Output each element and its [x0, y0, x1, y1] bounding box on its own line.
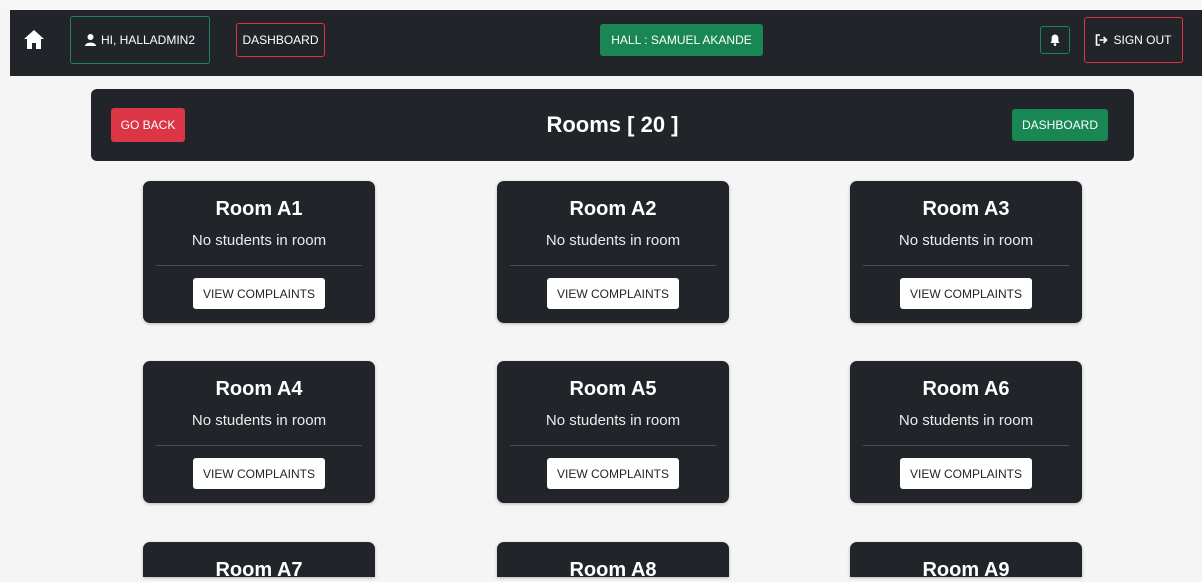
sign-out-icon — [1095, 34, 1109, 46]
room-status: No students in room — [191, 232, 327, 249]
card-divider — [156, 265, 362, 266]
view-complaints-label: VIEW COMPLAINTS — [556, 286, 669, 301]
room-name: Room A1 — [215, 198, 303, 220]
user-greeting-button[interactable]: HI, HALLADMIN2 — [70, 16, 210, 64]
top-strip — [0, 0, 1202, 10]
hall-name-badge[interactable]: HALL : SAMUEL AKANDE — [600, 24, 763, 56]
room-name: Room A2 — [569, 198, 657, 220]
notifications-button[interactable] — [1040, 26, 1070, 54]
go-back-button[interactable]: GO BACK — [111, 108, 185, 142]
header-dashboard-label: DASHBOARD — [1021, 118, 1098, 132]
card-divider — [510, 445, 716, 446]
nav-dashboard-button[interactable]: DASHBOARD — [236, 23, 325, 57]
view-complaints-button[interactable]: VIEW COMPLAINTS — [193, 458, 325, 489]
view-complaints-button[interactable]: VIEW COMPLAINTS — [193, 278, 325, 309]
room-name: Room A7 — [215, 559, 303, 581]
room-card: Room A5 No students in room VIEW COMPLAI… — [497, 361, 729, 503]
room-status: No students in room — [545, 412, 681, 429]
view-complaints-button[interactable]: VIEW COMPLAINTS — [547, 278, 679, 309]
room-name: Room A6 — [922, 378, 1010, 400]
room-card: Room A4 No students in room VIEW COMPLAI… — [143, 361, 375, 503]
sign-out-label: SIGN OUT — [1113, 33, 1172, 47]
room-card: Room A3 No students in room VIEW COMPLAI… — [850, 181, 1082, 323]
header-dashboard-button[interactable]: DASHBOARD — [1012, 109, 1108, 141]
room-status: No students in room — [898, 412, 1034, 429]
top-navbar: HI, HALLADMIN2 DASHBOARD HALL : SAMUEL A… — [10, 10, 1202, 76]
room-status: No students in room — [545, 232, 681, 249]
room-card: Room A9 — [850, 542, 1082, 581]
home-icon[interactable] — [23, 29, 45, 51]
room-name: Room A8 — [569, 559, 657, 581]
view-complaints-label: VIEW COMPLAINTS — [909, 466, 1022, 481]
room-card: Room A2 No students in room VIEW COMPLAI… — [497, 181, 729, 323]
room-card: Room A6 No students in room VIEW COMPLAI… — [850, 361, 1082, 503]
go-back-label: GO BACK — [120, 118, 176, 132]
card-divider — [863, 445, 1069, 446]
card-divider — [863, 265, 1069, 266]
sign-out-button[interactable]: SIGN OUT — [1084, 17, 1183, 63]
rooms-header-panel: GO BACK Rooms [ 20 ] DASHBOARD — [91, 89, 1134, 161]
room-name: Room A5 — [569, 378, 657, 400]
room-name: Room A3 — [922, 198, 1010, 220]
room-card: Room A1 No students in room VIEW COMPLAI… — [143, 181, 375, 323]
room-card: Room A7 — [143, 542, 375, 581]
room-card: Room A8 — [497, 542, 729, 581]
user-greeting-label: HI, HALLADMIN2 — [100, 33, 196, 47]
room-name: Room A9 — [922, 559, 1010, 581]
view-complaints-button[interactable]: VIEW COMPLAINTS — [900, 458, 1032, 489]
view-complaints-label: VIEW COMPLAINTS — [909, 286, 1022, 301]
view-complaints-label: VIEW COMPLAINTS — [202, 286, 315, 301]
view-complaints-label: VIEW COMPLAINTS — [556, 466, 669, 481]
user-icon — [84, 34, 96, 46]
room-name: Room A4 — [215, 378, 303, 400]
view-complaints-button[interactable]: VIEW COMPLAINTS — [900, 278, 1032, 309]
hall-name-label: HALL : SAMUEL AKANDE — [611, 33, 752, 47]
view-complaints-button[interactable]: VIEW COMPLAINTS — [547, 458, 679, 489]
page-title: Rooms [ 20 ] — [546, 112, 679, 137]
bell-icon — [1050, 34, 1060, 46]
card-divider — [510, 265, 716, 266]
nav-dashboard-label: DASHBOARD — [242, 33, 319, 47]
view-complaints-label: VIEW COMPLAINTS — [202, 466, 315, 481]
room-status: No students in room — [191, 412, 327, 429]
room-status: No students in room — [898, 232, 1034, 249]
card-divider — [156, 445, 362, 446]
